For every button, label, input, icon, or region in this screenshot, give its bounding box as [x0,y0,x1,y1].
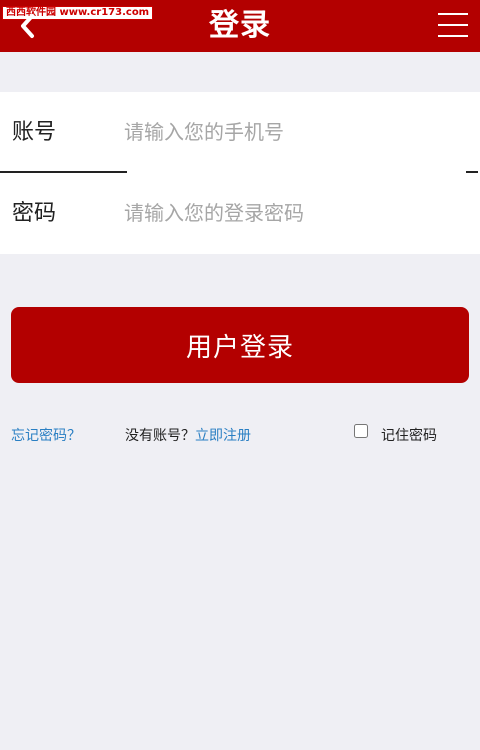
account-label: 账号 [12,120,57,145]
top-bar: 西西软件园 www.cr173.com 登录 [0,0,480,52]
account-row: 账号 [0,92,480,173]
login-button[interactable]: 用户登录 [11,307,469,383]
row-divider [466,171,478,173]
no-account-text: 没有账号？ [125,428,195,444]
password-row: 密码 [0,173,480,254]
page-title: 登录 [209,8,271,43]
login-form: 账号 密码 [0,92,480,254]
hamburger-menu-icon[interactable] [438,13,468,37]
account-input[interactable] [124,110,454,154]
remember-password-label: 记住密码 [381,428,437,444]
password-label: 密码 [12,201,57,226]
links-row: 忘记密码？ 没有账号？立即注册 记住密码 [0,420,480,448]
password-input[interactable] [124,191,454,235]
remember-password-checkbox[interactable] [354,424,368,438]
register-link[interactable]: 立即注册 [195,428,251,444]
row-divider [0,171,127,173]
forgot-password-link[interactable]: 忘记密码？ [11,425,81,445]
register-prompt: 没有账号？立即注册 [125,425,251,445]
